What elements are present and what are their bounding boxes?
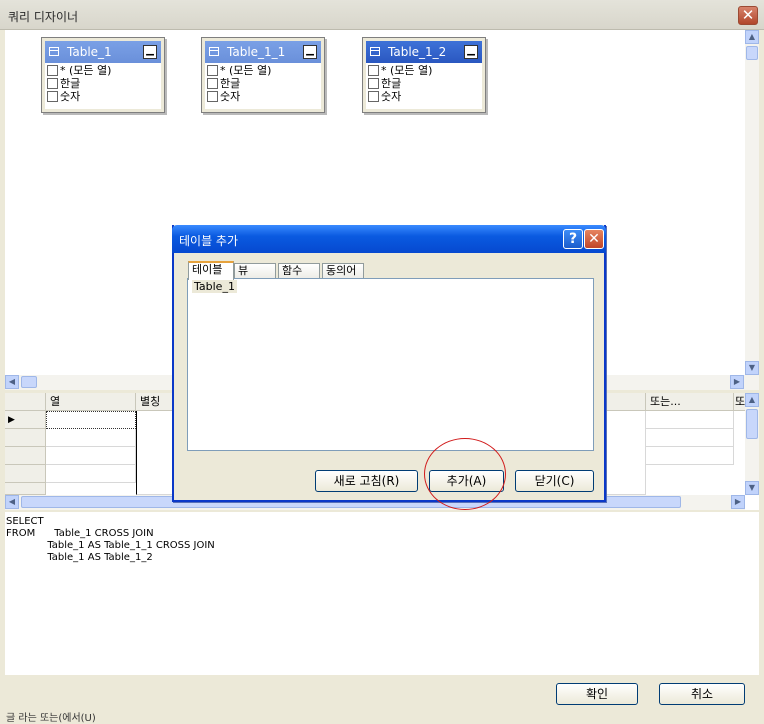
table-box-table-1-1[interactable]: Table_1_1 ▁ * (모든 열) 한글 숫자 — [201, 37, 325, 113]
sql-pane[interactable]: SELECT FROM Table_1 CROSS JOIN Table_1 A… — [5, 512, 759, 675]
list-item[interactable]: Table_1 — [192, 280, 237, 293]
window-titlebar[interactable]: 쿼리 디자이너 ✕ — [0, 0, 764, 30]
column-label: 숫자 — [60, 90, 81, 103]
table-box-header[interactable]: Table_1 ▁ — [45, 41, 161, 63]
dialog-title: 테이블 추가 — [179, 234, 239, 248]
table-box-header[interactable]: Table_1_2 ▁ — [366, 41, 482, 63]
cancel-button[interactable]: 취소 — [659, 683, 745, 705]
column-checkbox[interactable] — [207, 65, 218, 76]
column-label: 숫자 — [381, 90, 402, 103]
column-checkbox[interactable] — [47, 65, 58, 76]
table-box-header[interactable]: Table_1_1 ▁ — [205, 41, 321, 63]
column-label: * (모든 열) — [220, 64, 272, 77]
grid-cell[interactable] — [46, 447, 136, 465]
table-minimize-button[interactable]: ▁ — [143, 45, 157, 59]
table-box-table-1[interactable]: Table_1 ▁ * (모든 열) 한글 숫자 — [41, 37, 165, 113]
tab-views[interactable]: 뷰 — [234, 263, 276, 279]
column-label: 한글 — [60, 77, 81, 90]
ok-button[interactable]: 확인 — [556, 683, 638, 705]
scroll-down-button[interactable]: ▼ — [745, 361, 759, 375]
sql-line: Table_1 AS Table_1_1 CROSS JOIN — [6, 540, 215, 551]
add-table-dialog: 테이블 추가 ? ✕ 테이블 뷰 함수 동의어 Table_1 새로 고침(R)… — [172, 225, 606, 502]
column-item[interactable]: * (모든 열) — [47, 64, 111, 77]
column-checkbox[interactable] — [368, 78, 379, 89]
grid-vertical-scrollbar[interactable]: ▲ ▼ — [745, 393, 759, 495]
table-box-columns: * (모든 열) 한글 숫자 — [45, 63, 161, 109]
column-item[interactable]: 한글 — [207, 77, 240, 90]
grid-row-header[interactable] — [5, 465, 46, 483]
sql-line: Table_1 AS Table_1_2 — [6, 552, 153, 563]
tab-functions[interactable]: 함수 — [278, 263, 320, 279]
scroll-thumb[interactable] — [746, 46, 758, 60]
dialog-titlebar[interactable]: 테이블 추가 ? ✕ — [172, 225, 606, 253]
column-item[interactable]: 숫자 — [368, 90, 401, 103]
table-box-columns: * (모든 열) 한글 숫자 — [205, 63, 321, 109]
dialog-close-icon[interactable]: ✕ — [584, 229, 604, 249]
column-checkbox[interactable] — [368, 91, 379, 102]
column-item[interactable]: * (모든 열) — [207, 64, 271, 77]
grid-row-header[interactable] — [5, 483, 46, 495]
sql-line: SELECT — [6, 516, 44, 527]
scroll-down-button[interactable]: ▼ — [745, 481, 759, 495]
grid-row-header[interactable] — [5, 429, 46, 447]
grid-header-column[interactable]: 열 — [46, 393, 136, 411]
table-grid-icon — [49, 47, 59, 56]
grid-row-header[interactable]: ▶ — [5, 411, 46, 429]
tab-synonyms[interactable]: 동의어 — [322, 263, 364, 279]
table-box-columns: * (모든 열) 한글 숫자 — [366, 63, 482, 109]
diagram-vertical-scrollbar[interactable]: ▲ ▼ — [745, 30, 759, 375]
column-checkbox[interactable] — [47, 78, 58, 89]
column-label: * (모든 열) — [381, 64, 433, 77]
tab-tables[interactable]: 테이블 — [188, 261, 234, 280]
grid-corner — [5, 393, 46, 411]
column-label: 한글 — [381, 77, 402, 90]
scroll-up-button[interactable]: ▲ — [745, 393, 759, 407]
scroll-right-button[interactable]: ▶ — [731, 495, 745, 509]
table-box-name: Table_1_2 — [388, 45, 447, 59]
refresh-button[interactable]: 새로 고침(R) — [315, 470, 418, 492]
table-box-name: Table_1 — [67, 45, 112, 59]
grid-cell[interactable] — [46, 429, 136, 447]
table-box-name: Table_1_1 — [227, 45, 286, 59]
scroll-left-button[interactable]: ◀ — [5, 495, 19, 509]
table-minimize-button[interactable]: ▁ — [464, 45, 478, 59]
column-item[interactable]: 숫자 — [207, 90, 240, 103]
scroll-thumb[interactable] — [746, 409, 758, 439]
column-checkbox[interactable] — [207, 91, 218, 102]
column-checkbox[interactable] — [368, 65, 379, 76]
table-listbox[interactable]: Table_1 — [187, 278, 594, 451]
grid-cell[interactable] — [46, 465, 136, 483]
column-label: * (모든 열) — [60, 64, 112, 77]
scroll-thumb[interactable] — [21, 376, 37, 388]
column-label: 숫자 — [220, 90, 241, 103]
column-item[interactable]: 한글 — [368, 77, 401, 90]
window-close-button[interactable]: ✕ — [738, 6, 758, 25]
column-item[interactable]: * (모든 열) — [368, 64, 432, 77]
column-checkbox[interactable] — [47, 91, 58, 102]
query-designer-window: 쿼리 디자이너 ✕ Table_1 ▁ * (모든 열) 한글 숫자 Table… — [0, 0, 764, 724]
table-grid-icon — [209, 47, 219, 56]
column-checkbox[interactable] — [207, 78, 218, 89]
table-minimize-button[interactable]: ▁ — [303, 45, 317, 59]
scroll-left-button[interactable]: ◀ — [5, 375, 19, 389]
status-text: 글 라는 또는(에서(U) — [6, 713, 96, 724]
column-item[interactable]: 숫자 — [47, 90, 80, 103]
grid-cell[interactable] — [646, 447, 734, 465]
grid-row-header[interactable] — [5, 447, 46, 465]
add-button[interactable]: 추가(A) — [429, 470, 504, 492]
grid-cell[interactable] — [646, 429, 734, 447]
grid-cell[interactable] — [646, 411, 734, 429]
scroll-right-button[interactable]: ▶ — [730, 375, 744, 389]
window-title: 쿼리 디자이너 — [8, 10, 79, 24]
close-button[interactable]: 닫기(C) — [515, 470, 594, 492]
scroll-up-button[interactable]: ▲ — [745, 30, 759, 44]
column-label: 한글 — [220, 77, 241, 90]
column-item[interactable]: 한글 — [47, 77, 80, 90]
help-button[interactable]: ? — [563, 229, 583, 249]
grid-header-or[interactable]: 또는... — [646, 393, 734, 411]
table-box-table-1-2[interactable]: Table_1_2 ▁ * (모든 열) 한글 숫자 — [362, 37, 486, 113]
grid-cell-selected[interactable] — [46, 411, 136, 429]
table-grid-icon — [370, 47, 380, 56]
sql-line: FROM Table_1 CROSS JOIN — [6, 528, 154, 539]
